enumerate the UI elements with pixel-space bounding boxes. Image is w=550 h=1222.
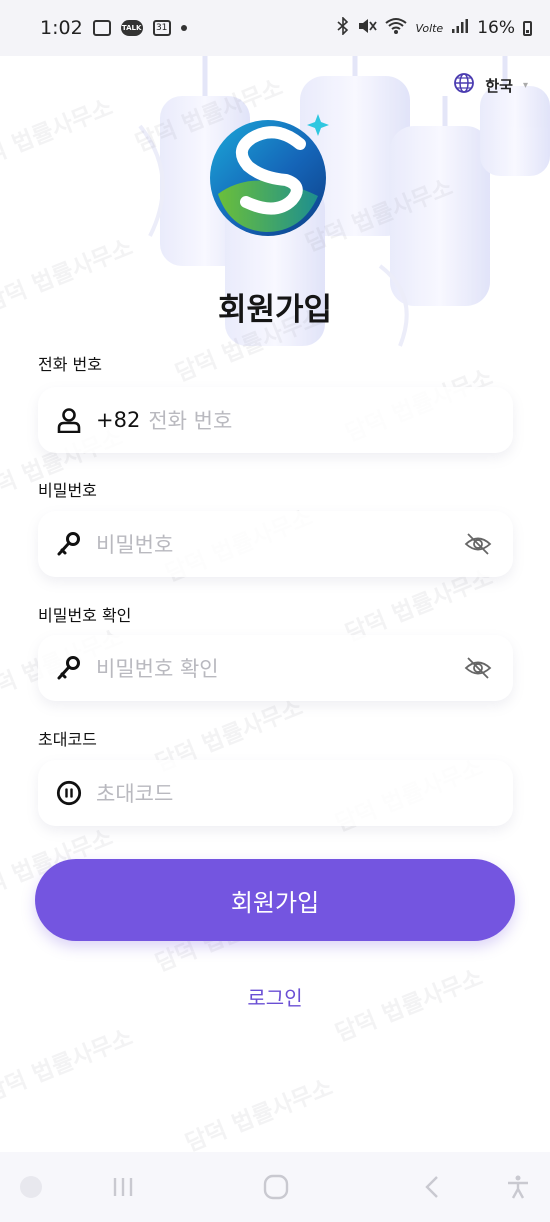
accessibility-icon[interactable] [505,1174,531,1204]
chevron-down-icon: ▾ [522,79,528,91]
circle-icon [18,1174,44,1204]
password-confirm-label: 비밀번호 확인 [38,606,132,625]
phone-input[interactable]: 전화 번호 [148,405,495,435]
password-input[interactable]: 비밀번호 [96,529,463,559]
navigation-bar [0,1152,550,1222]
language-selector[interactable]: 한국 ▾ [453,72,528,98]
invite-icon [56,780,82,806]
eye-off-icon[interactable] [463,529,493,559]
language-label: 한국 [485,76,513,95]
home-icon[interactable] [262,1174,290,1204]
invite-code-label: 초대코드 [38,730,97,749]
password-confirm-input[interactable]: 비밀번호 확인 [96,653,463,683]
status-time: 1:02 [40,17,83,39]
login-link[interactable]: 로그인 [0,982,550,1011]
calendar-icon: 31 [152,20,171,36]
key-icon [56,655,82,681]
battery-icon [523,20,532,36]
signal-icon [451,18,469,39]
password-label: 비밀번호 [38,481,97,500]
user-icon [56,407,82,433]
phone-label: 전화 번호 [38,355,102,374]
page-title: 회원가입 [217,292,333,328]
eye-off-icon[interactable] [463,653,493,683]
globe-icon [453,72,475,98]
password-confirm-field[interactable]: 비밀번호 확인 [38,635,513,701]
image-icon [92,20,111,36]
invite-code-input[interactable]: 초대코드 [96,778,495,808]
register-button[interactable]: 회원가입 [35,859,515,941]
key-icon [56,531,82,557]
talk-icon: TALK [120,20,143,36]
invite-code-field[interactable]: 초대코드 [38,760,513,826]
country-code[interactable]: +82 [96,408,140,432]
phone-field[interactable]: +82 전화 번호 [38,387,513,453]
volte-indicator: Volte [415,21,444,35]
wifi-icon [385,17,408,40]
register-screen: 담덕 법률사무소 담덕 법률사무소 담덕 법률사무소 담덕 법률사무소 담덕 법… [0,56,550,1152]
bluetooth-icon [337,15,349,40]
back-icon[interactable] [420,1174,446,1204]
mute-icon [357,17,378,40]
battery-percent: 16% [477,18,515,38]
notification-dot [180,25,187,31]
recent-apps-icon[interactable] [110,1174,136,1204]
password-field[interactable]: 비밀번호 [38,511,513,577]
app-logo [210,114,329,236]
status-bar: 1:02 TALK 31 Volte 16% [0,0,550,56]
